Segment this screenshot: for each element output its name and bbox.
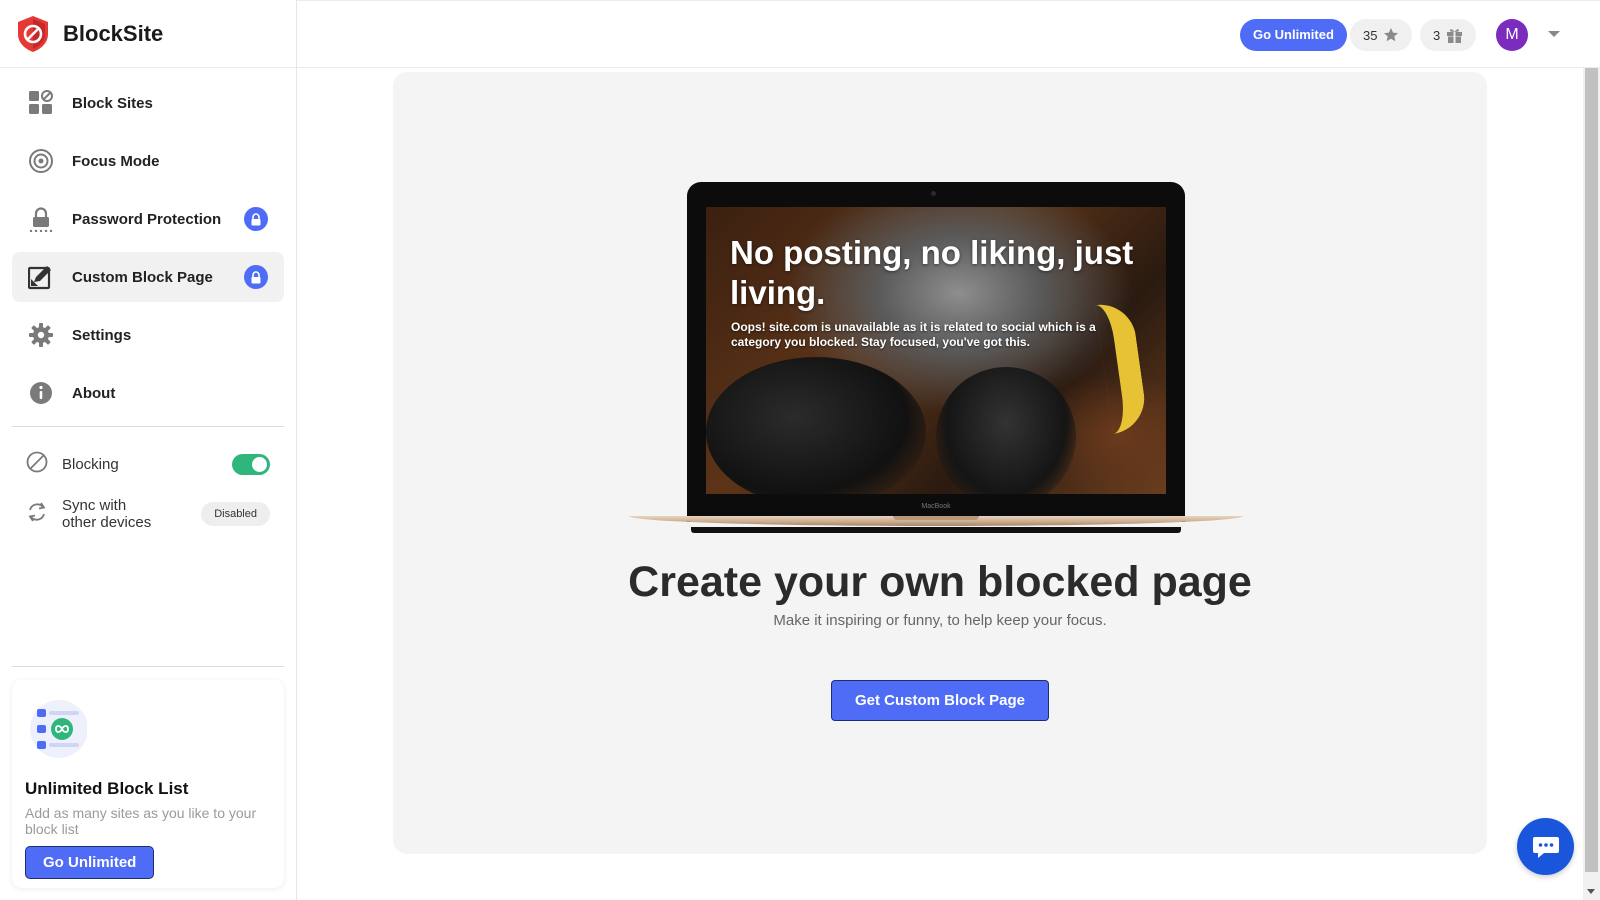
sidebar-item-label: Password Protection <box>72 210 222 228</box>
chevron-down-icon[interactable] <box>1548 31 1560 37</box>
scrollbar-thumb[interactable] <box>1585 68 1598 872</box>
preview-headline: No posting, no liking, just living. <box>730 234 1134 311</box>
premium-lock-icon <box>244 207 268 231</box>
preview-photo-shape <box>706 357 926 494</box>
gifts-count: 3 <box>1433 27 1441 43</box>
device-label: MacBook <box>921 503 951 510</box>
brand[interactable]: BlockSite <box>0 0 296 68</box>
sidebar-item-custom-block-page[interactable]: Custom Block Page <box>12 252 284 302</box>
page-scrollbar[interactable] <box>1583 68 1600 900</box>
go-unlimited-button[interactable]: Go Unlimited <box>25 846 155 879</box>
grid-block-icon <box>28 90 54 116</box>
brand-name: BlockSite <box>63 20 164 46</box>
laptop-bezel: No posting, no liking, just living. Oops… <box>687 182 1185 522</box>
sync-icon <box>26 501 48 528</box>
sidebar-item-block-sites[interactable]: Block Sites <box>12 78 284 128</box>
sidebar-item-focus-mode[interactable]: Focus Mode <box>12 136 284 186</box>
sidebar-divider <box>12 666 284 667</box>
topbar: Go Unlimited 35 3 M <box>297 0 1600 68</box>
preview-subtext: Oops! site.com is unavailable as it is r… <box>731 320 1096 349</box>
premium-lock-icon <box>244 265 268 289</box>
blocking-toggle-row: Blocking <box>0 439 296 489</box>
padlock-icon <box>28 206 54 232</box>
target-icon <box>28 148 54 174</box>
blocking-toggle[interactable] <box>232 454 270 475</box>
preview-photo-shape <box>936 367 1076 494</box>
laptop-preview: No posting, no liking, just living. Oops… <box>629 182 1243 542</box>
shield-logo-icon <box>18 15 48 52</box>
blocksite-app: BlockSite Block Sites Focus Mode Passwor… <box>0 0 1600 900</box>
sidebar-item-label: Block Sites <box>72 94 153 112</box>
sidebar-item-label: Custom Block Page <box>72 268 213 286</box>
sidebar-nav: Block Sites Focus Mode Password Protecti… <box>0 68 296 418</box>
blocking-label: Blocking <box>62 455 119 473</box>
user-avatar[interactable]: M <box>1496 19 1528 51</box>
page-heading: Create your own blocked page <box>628 558 1252 606</box>
blocking-icon <box>26 451 48 478</box>
toggle-knob <box>252 457 267 472</box>
stars-count: 35 <box>1363 27 1378 43</box>
sidebar-item-label: About <box>72 384 116 402</box>
sidebar-item-label: Focus Mode <box>72 152 160 170</box>
chat-bubble-icon <box>1532 836 1559 858</box>
get-custom-block-page-button[interactable]: Get Custom Block Page <box>831 680 1049 721</box>
sidebar-item-password-protection[interactable]: Password Protection <box>12 194 284 244</box>
chat-support-button[interactable] <box>1517 818 1574 875</box>
promo-description: Add as many sites as you like to your bl… <box>25 805 257 837</box>
info-icon <box>28 380 54 406</box>
gear-icon <box>28 322 54 348</box>
page-subheading: Make it inspiring or funny, to help keep… <box>773 612 1107 629</box>
camera-dot <box>931 191 936 196</box>
sidebar-divider <box>12 426 284 427</box>
go-unlimited-top-button[interactable]: Go Unlimited <box>1240 19 1347 51</box>
unlimited-list-illustration-icon <box>30 700 88 758</box>
star-icon <box>1384 28 1399 42</box>
block-page-preview: No posting, no liking, just living. Oops… <box>706 207 1166 494</box>
sidebar-item-label: Settings <box>72 326 132 344</box>
sidebar: BlockSite Block Sites Focus Mode Passwor… <box>0 0 297 900</box>
scroll-down-arrow-icon[interactable] <box>1587 889 1595 894</box>
main-content: No posting, no liking, just living. Oops… <box>297 68 1583 900</box>
stars-pill[interactable]: 35 <box>1350 19 1413 51</box>
gift-icon <box>1447 28 1463 43</box>
laptop-foot <box>691 527 1181 533</box>
sync-label-line1: Sync with <box>62 497 127 514</box>
edit-page-icon <box>28 264 54 290</box>
sync-row: Sync with other devices Disabled <box>0 489 296 539</box>
promo-title: Unlimited Block List <box>25 779 189 798</box>
unlimited-promo-card: Unlimited Block List Add as many sites a… <box>12 680 284 888</box>
sync-label: Sync with other devices <box>62 497 172 531</box>
custom-block-page-card: No posting, no liking, just living. Oops… <box>393 72 1487 854</box>
sync-label-line2: other devices <box>62 514 152 531</box>
laptop-notch <box>893 516 979 520</box>
sidebar-item-about[interactable]: About <box>12 368 284 418</box>
sync-status-badge[interactable]: Disabled <box>201 502 270 526</box>
gifts-pill[interactable]: 3 <box>1420 19 1477 51</box>
sidebar-item-settings[interactable]: Settings <box>12 310 284 360</box>
